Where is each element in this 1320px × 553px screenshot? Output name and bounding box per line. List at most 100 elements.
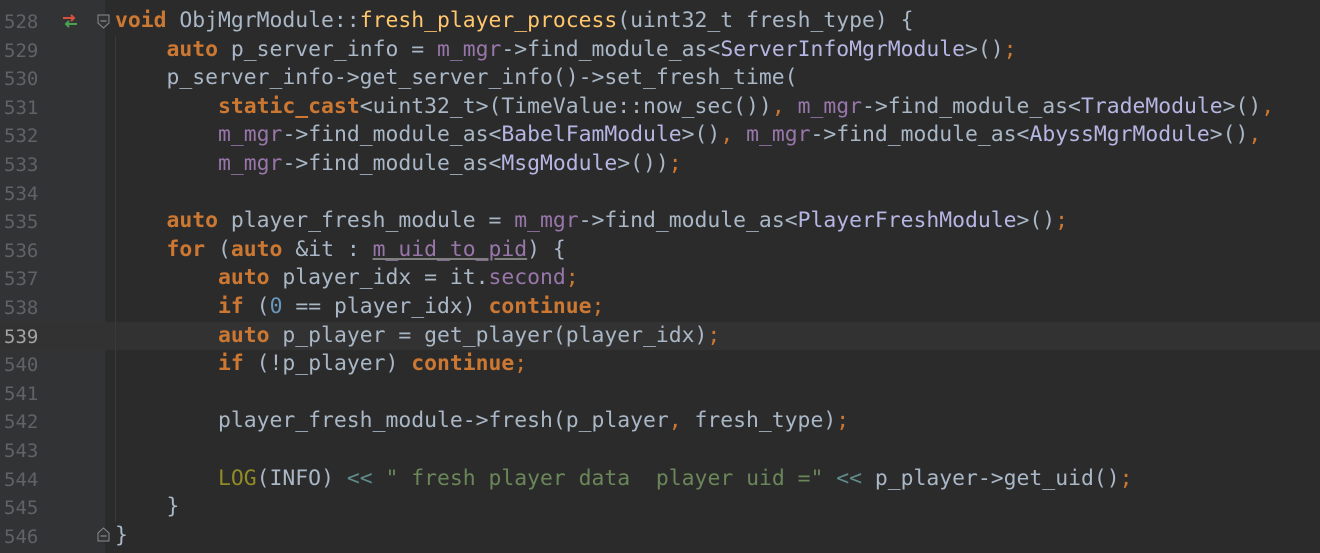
- line-number: 542: [4, 411, 39, 434]
- code-token: ->find_module_as<: [578, 208, 798, 234]
- code-editor[interactable]: 528 void ObjMgrModule::fresh_player_proce…: [0, 0, 1320, 553]
- code-text: player_fresh_module->fresh(p_player, fre…: [115, 407, 849, 436]
- indent-guide: [115, 92, 116, 122]
- code-text: }: [115, 522, 128, 551]
- indent-guide: [115, 35, 116, 65]
- code-token: if: [218, 351, 244, 377]
- indent-guide: [115, 464, 116, 494]
- fold-end-icon[interactable]: [97, 527, 110, 542]
- indent-guide: [115, 378, 116, 408]
- code-token: ->find_module_as<: [501, 36, 721, 62]
- code-token: >(): [965, 36, 1004, 62]
- code-token: " fresh player data player uid =": [385, 465, 824, 491]
- code-line[interactable]: 537 auto player_idx = it.second;: [0, 264, 1320, 293]
- override-gutter-icon[interactable]: [61, 13, 79, 29]
- code-token: ;: [591, 294, 605, 319]
- code-token: ,: [1261, 93, 1275, 119]
- line-number: 538: [4, 297, 39, 319]
- code-token: player_idx = it.: [269, 265, 489, 291]
- code-line[interactable]: 545 }: [0, 493, 1320, 522]
- code-token: player_fresh_module->fresh(p_player: [115, 408, 669, 434]
- code-token: >(): [1222, 93, 1262, 119]
- code-line[interactable]: 531 static_cast<uint32_t>(TimeValue::now…: [0, 92, 1320, 122]
- code-token: >()): [617, 151, 669, 176]
- code-token: auto: [166, 208, 219, 234]
- line-number: 531: [4, 96, 39, 119]
- code-token: p_server_info->get_server_info()->set_fr…: [115, 65, 798, 91]
- code-text: auto player_idx = it.second;: [115, 264, 579, 293]
- code-token: <uint32_t>(TimeValue::now_sec()): [359, 93, 772, 119]
- code-token: player_fresh_module =: [218, 208, 515, 234]
- code-text: if (0 == player_idx) continue;: [115, 293, 604, 322]
- code-text: }: [115, 493, 180, 522]
- line-number: 544: [4, 468, 39, 491]
- indent-guide: [115, 264, 116, 293]
- code-line[interactable]: 539 auto p_player = get_player(player_id…: [0, 321, 1320, 351]
- code-token: m_mgr: [436, 36, 502, 62]
- line-number: 536: [4, 239, 39, 262]
- code-text: p_server_info->get_server_info()->set_fr…: [115, 64, 798, 93]
- code-text: m_mgr->find_module_as<BabelFamModule>(),…: [115, 121, 1261, 150]
- code-token: m_mgr: [797, 93, 862, 119]
- code-token: AbyssMgrModule: [1029, 122, 1210, 148]
- code-line[interactable]: 540 if (!p_player) continue;: [0, 350, 1320, 379]
- code-token: fresh_player_process: [359, 8, 618, 33]
- code-token: auto: [218, 322, 270, 348]
- code-line[interactable]: 532 m_mgr->find_module_as<BabelFamModule…: [0, 121, 1320, 150]
- code-line[interactable]: 542 player_fresh_module->fresh(p_player,…: [0, 407, 1320, 436]
- line-number: 535: [4, 211, 39, 234]
- code-line[interactable]: 530 p_server_info->get_server_info()->se…: [0, 64, 1320, 93]
- code-line[interactable]: 538 if (0 == player_idx) continue;: [0, 293, 1320, 322]
- code-text: static_cast<uint32_t>(TimeValue::now_sec…: [115, 93, 1274, 122]
- code-text: auto p_server_info = m_mgr->find_module_…: [115, 36, 1017, 65]
- code-line[interactable]: 543: [0, 436, 1320, 465]
- line-number: 541: [4, 382, 39, 405]
- code-token: void: [115, 8, 167, 33]
- code-line[interactable]: 535 auto player_fresh_module = m_mgr->fi…: [0, 207, 1320, 236]
- code-token: 0: [269, 294, 283, 319]
- code-line[interactable]: 541: [0, 378, 1320, 408]
- code-token: ,: [1248, 122, 1262, 148]
- fold-collapse-icon[interactable]: [97, 14, 110, 29]
- indent-guide: [115, 64, 116, 93]
- code-token: (!p_player): [243, 351, 412, 377]
- code-token: ;: [1055, 208, 1069, 234]
- code-token: for: [166, 236, 206, 262]
- code-line[interactable]: 546}: [0, 522, 1320, 551]
- indent-guide: [115, 121, 116, 150]
- code-token: }: [115, 494, 180, 520]
- code-token: if: [218, 294, 244, 319]
- line-number: 546: [4, 525, 39, 548]
- code-token: second: [488, 265, 566, 291]
- indent-guide: [115, 436, 116, 465]
- code-token: ;: [1003, 36, 1017, 62]
- code-token: ,: [668, 408, 682, 434]
- code-token: (uint32_t fresh_type) {: [617, 8, 914, 33]
- line-number: 534: [4, 182, 39, 205]
- code-token: ;: [707, 322, 721, 348]
- code-token: <<: [836, 465, 863, 491]
- line-number: 528: [4, 11, 39, 33]
- code-line[interactable]: 529 auto p_server_info = m_mgr->find_mod…: [0, 35, 1320, 65]
- code-token: auto: [218, 265, 270, 291]
- code-line[interactable]: 533 m_mgr->find_module_as<MsgModule>());: [0, 150, 1320, 179]
- line-number: 537: [4, 268, 39, 291]
- code-token: (: [243, 294, 270, 319]
- code-line[interactable]: 536 for (auto &it : m_uid_to_pid) {: [0, 235, 1320, 265]
- code-token: ;: [836, 408, 850, 434]
- indent-guide: [115, 493, 116, 522]
- code-line[interactable]: 544 LOG(INFO) << " fresh player data pla…: [0, 464, 1320, 494]
- code-line[interactable]: 534: [0, 178, 1320, 208]
- code-text: m_mgr->find_module_as<MsgModule>());: [115, 150, 682, 179]
- code-text: if (!p_player) continue;: [115, 350, 527, 379]
- indent-guide: [115, 207, 116, 236]
- code-line[interactable]: 528 void ObjMgrModule::fresh_player_proce…: [0, 7, 1320, 36]
